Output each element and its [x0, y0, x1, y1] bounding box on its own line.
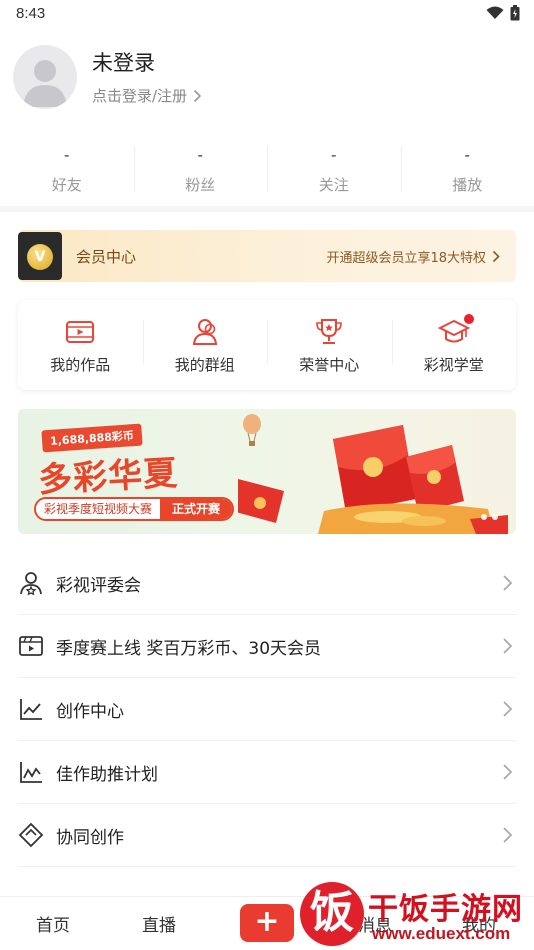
- menu-item-label: 协同创作: [56, 827, 124, 848]
- stat-value: -: [464, 146, 470, 164]
- chevron-right-icon: [503, 827, 513, 843]
- vip-title: 会员中心: [76, 248, 137, 266]
- watermark-title: 干饭手游网: [368, 892, 523, 927]
- status-time: 8:43: [16, 5, 46, 22]
- red-envelope-illustration: [238, 425, 508, 534]
- banner-title: 多彩华夏: [37, 453, 180, 501]
- stat-value: -: [197, 146, 203, 164]
- profile-header[interactable]: 未登录 点击登录/注册: [0, 40, 534, 120]
- stat-friends[interactable]: - 好友: [0, 144, 134, 200]
- stat-label: 播放: [452, 176, 483, 194]
- menu-item-collab[interactable]: 协同创作: [18, 804, 516, 867]
- academy-icon-wrap: [437, 314, 474, 348]
- watermark-logo: 饭: [300, 882, 364, 946]
- wifi-icon: [486, 6, 504, 19]
- quick-action-label: 我的作品: [50, 356, 111, 374]
- menu-item-creator-center[interactable]: 创作中心: [18, 678, 516, 741]
- login-register-link[interactable]: 点击登录/注册: [92, 85, 202, 106]
- chevron-right-icon: [503, 638, 513, 654]
- quick-action-my-groups[interactable]: 我的群组: [142, 300, 268, 390]
- menu-item-label: 创作中心: [56, 701, 124, 722]
- trend-chart-icon: [20, 762, 42, 783]
- carousel-dot: [492, 514, 498, 520]
- battery-icon: [510, 5, 520, 21]
- status-icons: [486, 5, 520, 21]
- menu-item-judges[interactable]: 彩视评委会: [18, 552, 516, 615]
- quick-action-academy[interactable]: 彩视学堂: [391, 300, 517, 390]
- quick-action-label: 荣誉中心: [299, 356, 360, 374]
- stat-value: -: [331, 146, 337, 164]
- quick-actions-grid: 我的作品 我的群组 荣誉中心 彩视学堂: [18, 300, 516, 390]
- chevron-right-icon: [193, 89, 202, 102]
- trophy-icon: [316, 319, 343, 344]
- default-avatar-icon: [23, 60, 67, 107]
- stat-label: 粉丝: [185, 176, 216, 194]
- quick-action-label: 彩视学堂: [423, 356, 484, 374]
- menu-item-label: 佳作助推计划: [56, 764, 158, 785]
- login-register-label: 点击登录/注册: [92, 87, 188, 105]
- stat-fans[interactable]: - 粉丝: [133, 144, 268, 200]
- site-watermark: 饭 干饭手游网 www.eduext.com: [300, 880, 534, 950]
- stat-label: 好友: [51, 176, 82, 194]
- banner-cta: 正式开赛: [160, 499, 233, 519]
- quick-action-honor-center[interactable]: 荣誉中心: [267, 300, 392, 390]
- watermark-url: www.eduext.com: [372, 924, 511, 943]
- username: 未登录: [92, 51, 155, 75]
- banner-subtitle: 彩视季度短视频大赛: [36, 499, 161, 519]
- group-icon: [192, 319, 217, 345]
- chevron-right-icon: [492, 250, 500, 263]
- collab-icon: [18, 822, 44, 848]
- nav-create-button[interactable]: +: [240, 904, 294, 942]
- judge-icon: [20, 572, 42, 596]
- banner-contest-tag: 彩视季度短视频大赛 正式开赛: [34, 497, 235, 521]
- nav-live[interactable]: 直播: [142, 911, 176, 936]
- quick-action-my-works[interactable]: 我的作品: [18, 300, 143, 390]
- settings-menu: 彩视评委会 季度赛上线 奖百万彩币、30天会员 创作中心 佳作助推计划 协同创作: [18, 552, 516, 867]
- section-divider: [0, 206, 534, 212]
- carousel-indicator: [481, 514, 498, 520]
- menu-item-season-contest[interactable]: 季度赛上线 奖百万彩币、30天会员: [18, 615, 516, 678]
- chevron-right-icon: [503, 764, 513, 780]
- stat-label: 关注: [318, 176, 349, 194]
- menu-item-label: 彩视评委会: [56, 575, 141, 596]
- nav-home[interactable]: 首页: [36, 911, 70, 936]
- chevron-right-icon: [503, 701, 513, 717]
- stats-row: - 好友 - 粉丝 - 关注 - 播放: [0, 144, 534, 200]
- stat-value: -: [64, 146, 70, 164]
- quick-action-label: 我的群组: [174, 356, 235, 374]
- stat-plays[interactable]: - 播放: [400, 144, 534, 200]
- vip-coin-icon: V: [27, 244, 53, 270]
- status-bar: 8:43: [0, 0, 534, 28]
- notification-dot: [463, 314, 474, 324]
- video-icon: [66, 321, 95, 343]
- vip-center-bar[interactable]: V 会员中心 开通超级会员立享18大特权: [18, 230, 516, 282]
- carousel-dot: [481, 514, 487, 520]
- line-chart-icon: [20, 699, 42, 720]
- menu-item-boost-plan[interactable]: 佳作助推计划: [18, 741, 516, 804]
- vip-badge: V: [18, 232, 62, 280]
- promo-banner[interactable]: 1,688,888彩币 多彩华夏 彩视季度短视频大赛 正式开赛: [18, 409, 516, 534]
- chevron-right-icon: [503, 575, 513, 591]
- vip-promo[interactable]: 开通超级会员立享18大特权: [326, 247, 500, 266]
- avatar[interactable]: [13, 45, 77, 109]
- stat-following[interactable]: - 关注: [267, 144, 401, 200]
- vip-promo-text: 开通超级会员立享18大特权: [326, 251, 486, 266]
- clapperboard-icon: [19, 636, 43, 656]
- menu-item-label: 季度赛上线 奖百万彩币、30天会员: [56, 638, 322, 659]
